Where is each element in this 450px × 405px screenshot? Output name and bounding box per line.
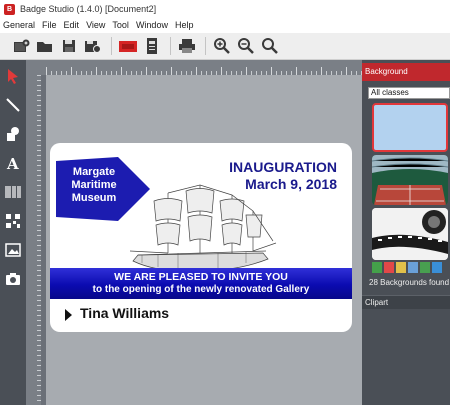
menu-tool[interactable]: Tool — [112, 20, 129, 30]
invitation-line-2: to the opening of the newly renovated Ga… — [92, 284, 310, 295]
menu-edit[interactable]: Edit — [64, 20, 80, 30]
toolbar-separator — [170, 37, 171, 55]
logo-text: Margate Maritime Museum — [56, 166, 132, 205]
badge-card[interactable]: Margate Maritime Museum INAUGURATION Mar… — [50, 143, 352, 332]
save-as-button[interactable] — [82, 35, 104, 57]
clipart-panel-header[interactable]: Clipart — [362, 295, 450, 309]
app-logo-icon: B — [4, 3, 15, 15]
barcode-icon — [5, 186, 21, 198]
toolbar-separator — [111, 37, 112, 55]
new-icon — [14, 39, 30, 52]
camera-icon — [6, 273, 20, 285]
ship-illustration[interactable] — [128, 181, 278, 275]
zoom-fit-button[interactable] — [259, 35, 281, 57]
toolbar-separator — [205, 37, 206, 55]
name-pointer-icon — [65, 309, 72, 321]
zoom-fit-icon — [262, 38, 278, 54]
vertical-ruler[interactable] — [26, 75, 41, 405]
main-toolbar — [0, 33, 450, 60]
print-preview-icon — [119, 41, 137, 52]
menu-view[interactable]: View — [86, 20, 105, 30]
window-title: Badge Studio (1.4.0) [Document2] — [20, 4, 157, 14]
background-class-select[interactable]: All classes — [368, 87, 450, 99]
background-thumbnail-film[interactable] — [372, 208, 448, 260]
select-arrow-icon — [8, 69, 18, 84]
save-button[interactable] — [58, 35, 80, 57]
menu-window[interactable]: Window — [136, 20, 168, 30]
card-layout-icon — [147, 38, 157, 54]
logo-line-2: Maritime — [71, 179, 117, 191]
logo-line-3: Museum — [71, 192, 117, 204]
more-thumbnails-strip[interactable] — [372, 262, 448, 273]
horizontal-ruler[interactable] — [46, 60, 362, 75]
background-panel-header[interactable]: Background — [362, 63, 450, 81]
event-title[interactable]: INAUGURATION — [157, 159, 337, 175]
attendee-name[interactable]: Tina Williams — [80, 305, 169, 321]
save-as-icon — [85, 41, 101, 53]
save-icon — [63, 40, 75, 52]
text-tool[interactable]: A — [0, 150, 26, 176]
image-icon — [5, 243, 21, 257]
zoom-in-icon — [214, 38, 230, 54]
film-strip-image — [372, 208, 448, 260]
invitation-banner[interactable]: WE ARE PLEASED TO INVITE YOU to the open… — [50, 268, 352, 299]
qrcode-tool[interactable] — [0, 208, 26, 234]
ruler-corner — [26, 60, 46, 75]
open-button[interactable] — [34, 35, 56, 57]
svg-text:A: A — [6, 155, 19, 171]
print-preview-button[interactable] — [117, 35, 139, 57]
camera-tool[interactable] — [0, 266, 26, 292]
shapes-tool[interactable] — [0, 121, 26, 147]
printer-icon — [179, 39, 195, 53]
text-icon: A — [6, 155, 19, 171]
card-layout-button[interactable] — [141, 35, 163, 57]
line-icon — [6, 98, 20, 112]
title-bar: B Badge Studio (1.4.0) [Document2] — [0, 0, 450, 18]
background-panel: Background All classes 28 Backgrounds fo… — [362, 60, 450, 405]
open-folder-icon — [37, 42, 52, 52]
invitation-line-1: WE ARE PLEASED TO INVITE YOU — [114, 271, 288, 283]
logo-line-1: Margate — [72, 166, 116, 178]
barcode-tool[interactable] — [0, 179, 26, 205]
select-tool[interactable] — [0, 63, 26, 89]
shapes-icon — [7, 127, 19, 141]
background-thumbnail-sky[interactable] — [372, 103, 448, 152]
zoom-out-button[interactable] — [235, 35, 257, 57]
new-document-button[interactable] — [10, 35, 32, 57]
line-tool[interactable] — [0, 92, 26, 118]
menu-general[interactable]: General — [3, 20, 35, 30]
menu-help[interactable]: Help — [175, 20, 194, 30]
menu-file[interactable]: File — [42, 20, 57, 30]
print-button[interactable] — [176, 35, 198, 57]
backgrounds-count: 28 Backgrounds found — [369, 278, 450, 287]
zoom-in-button[interactable] — [211, 35, 233, 57]
tennis-court-image — [372, 155, 448, 205]
zoom-out-icon — [238, 38, 254, 54]
design-canvas-area: Margate Maritime Museum INAUGURATION Mar… — [26, 60, 362, 405]
menu-bar: General File Edit View Tool Window Help — [0, 18, 450, 32]
image-tool[interactable] — [0, 237, 26, 263]
qrcode-icon — [6, 214, 20, 228]
background-thumbnail-tennis[interactable] — [372, 155, 448, 205]
tool-palette: A — [0, 60, 26, 405]
